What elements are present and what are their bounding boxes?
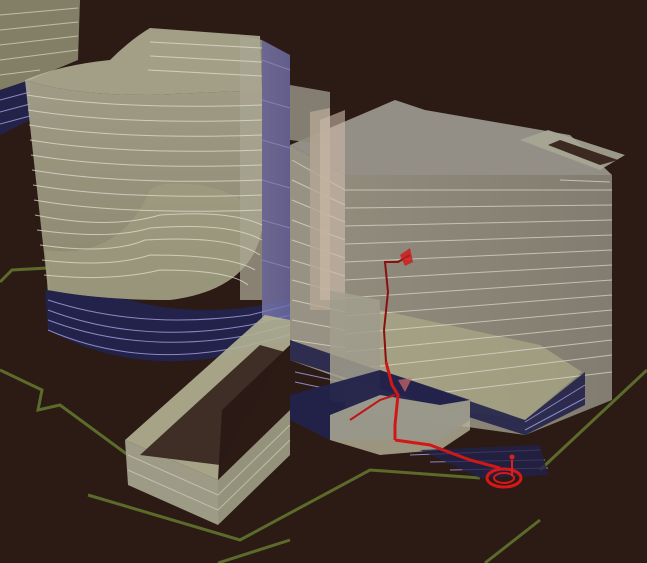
- tower-curved: [25, 28, 291, 320]
- 3d-viewport[interactable]: [0, 0, 647, 563]
- scene-canvas[interactable]: [0, 0, 647, 563]
